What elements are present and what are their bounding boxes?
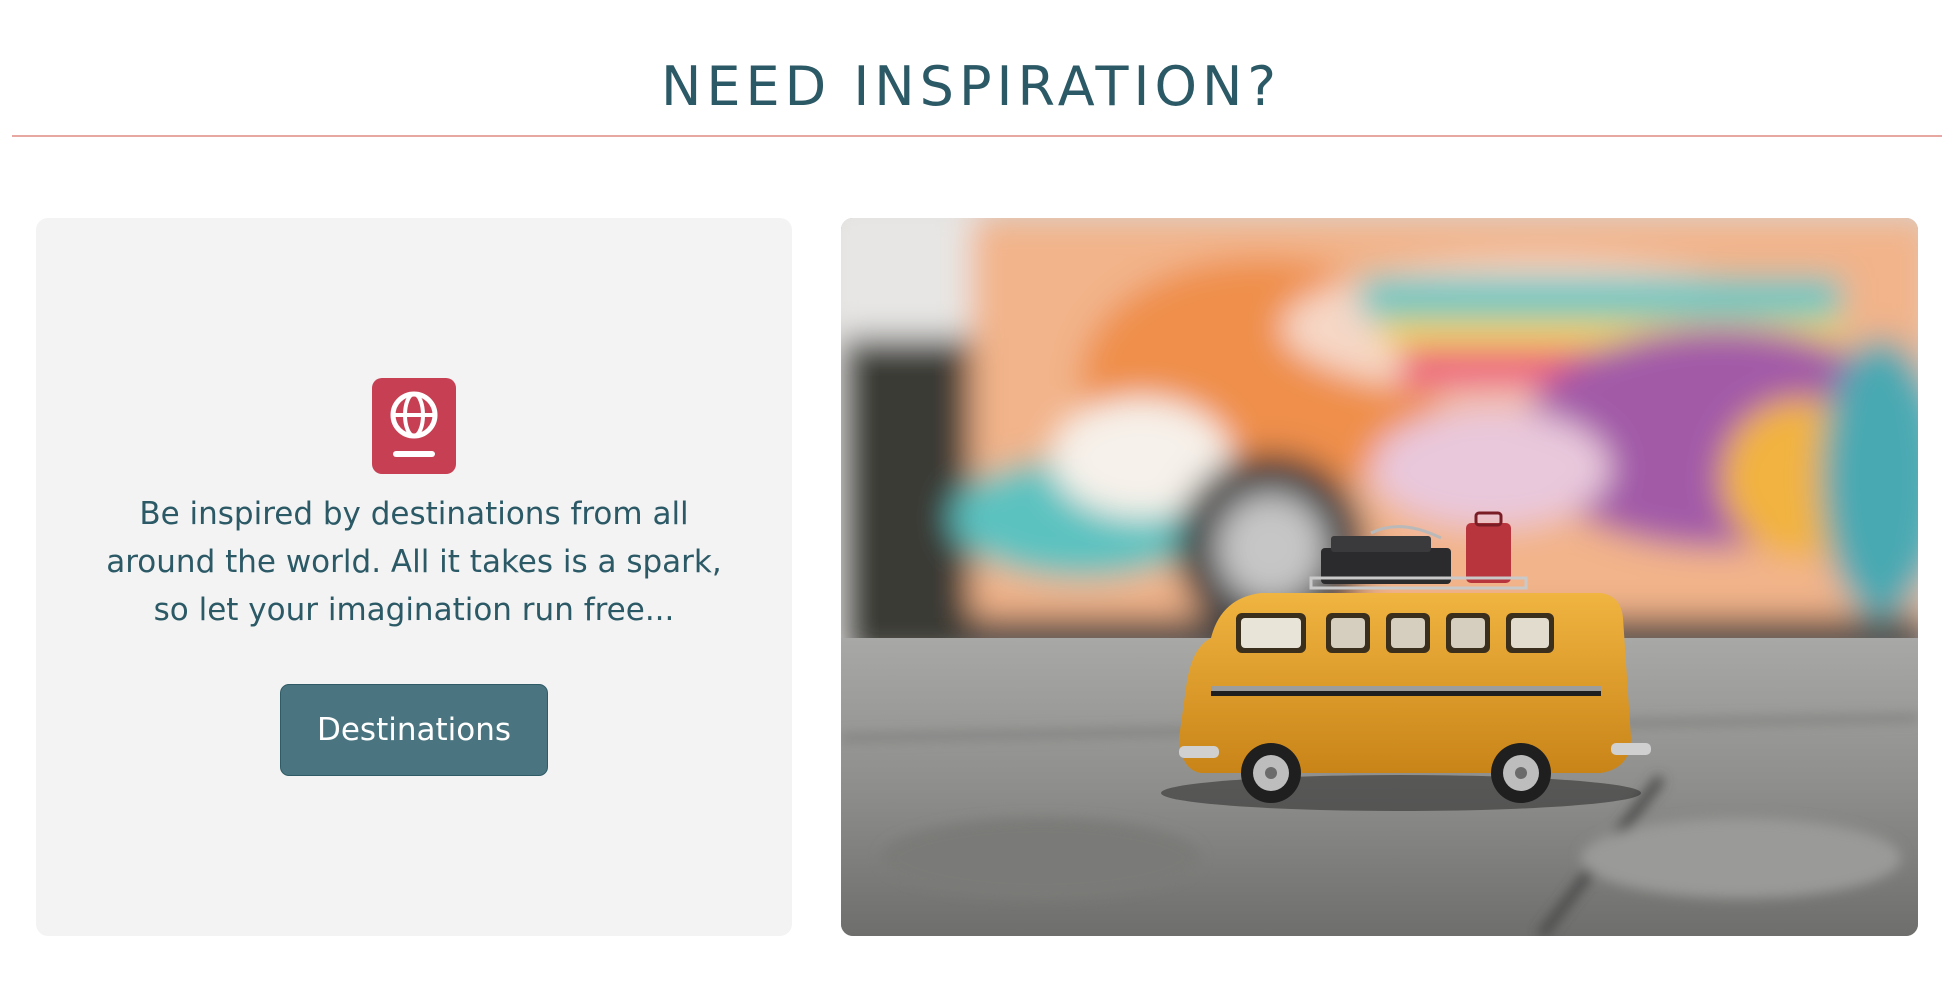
card-description: Be inspired by destinations from all aro… xyxy=(106,496,722,628)
inspiration-card: Be inspired by destinations from all aro… xyxy=(36,218,792,936)
passport-globe-icon xyxy=(372,378,456,474)
toy-bus-photo xyxy=(841,218,1918,936)
title-divider xyxy=(12,135,1942,137)
destinations-button[interactable]: Destinations xyxy=(280,684,548,776)
inspiration-section: NEED INSPIRATION? Be inspired by destina… xyxy=(0,0,1942,994)
section-title: NEED INSPIRATION? xyxy=(660,55,1282,118)
